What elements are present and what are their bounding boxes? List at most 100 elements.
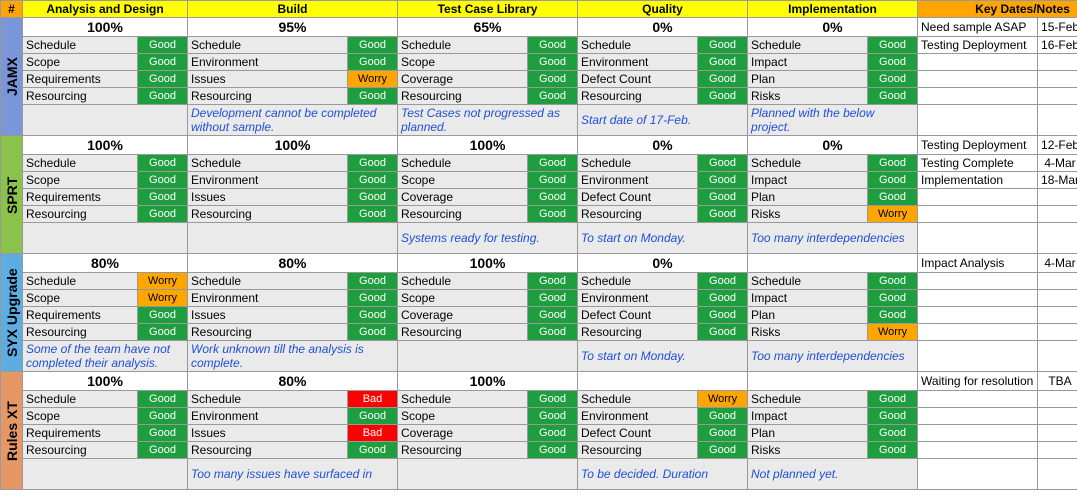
- status-row: RequirementsGoodIssuesWorryCoverageGoodD…: [1, 71, 1077, 88]
- metric-label: Resourcing: [23, 206, 138, 223]
- metric-label: Impact: [748, 172, 868, 189]
- status-badge: Worry: [138, 273, 188, 290]
- dashboard-table: # Analysis and Design Build Test Case Li…: [0, 0, 1077, 490]
- note-date: 12-Feb: [1038, 136, 1077, 155]
- status-badge: Worry: [698, 391, 748, 408]
- pct-cell: [748, 254, 918, 273]
- note-label: Need sample ASAP: [918, 18, 1038, 37]
- metric-label: Schedule: [748, 273, 868, 290]
- comment-cell: [398, 341, 578, 372]
- status-row: ScheduleGoodScheduleBadScheduleGoodSched…: [1, 391, 1077, 408]
- metric-label: Risks: [748, 206, 868, 223]
- status-badge: Good: [138, 206, 188, 223]
- status-badge: Good: [348, 273, 398, 290]
- status-badge: Good: [138, 54, 188, 71]
- comment-cell: Systems ready for testing.: [398, 223, 578, 254]
- metric-label: Scope: [398, 54, 528, 71]
- status-badge: Good: [528, 37, 578, 54]
- comment-cell: Test Cases not progressed as planned.: [398, 105, 578, 136]
- metric-label: Schedule: [398, 273, 528, 290]
- status-badge: Good: [698, 290, 748, 307]
- status-badge: Good: [868, 290, 918, 307]
- metric-label: Resourcing: [398, 206, 528, 223]
- pct-row: SYX Upgrade80%80%100%0%Impact Analysis4-…: [1, 254, 1077, 273]
- comment-cell: Start date of 17-Feb.: [578, 105, 748, 136]
- pct-row: SPRT100%100%100%0%0%Testing Deployment12…: [1, 136, 1077, 155]
- comment-row: Systems ready for testing.To start on Mo…: [1, 223, 1077, 254]
- metric-label: Resourcing: [578, 442, 698, 459]
- metric-label: Resourcing: [578, 324, 698, 341]
- status-badge: Good: [348, 54, 398, 71]
- pct-cell: 0%: [748, 18, 918, 37]
- metric-label: Schedule: [23, 391, 138, 408]
- status-badge: Good: [138, 408, 188, 425]
- status-badge: Good: [868, 54, 918, 71]
- status-badge: Good: [868, 307, 918, 324]
- metric-label: Requirements: [23, 307, 138, 324]
- metric-label: Impact: [748, 408, 868, 425]
- status-badge: Good: [348, 307, 398, 324]
- project-label: SYX Upgrade: [1, 254, 23, 372]
- note-date: [1038, 273, 1077, 290]
- metric-label: Resourcing: [578, 206, 698, 223]
- status-badge: Good: [138, 425, 188, 442]
- metric-label: Defect Count: [578, 71, 698, 88]
- metric-label: Resourcing: [188, 442, 348, 459]
- metric-label: Plan: [748, 307, 868, 324]
- status-row: ScheduleWorryScheduleGoodScheduleGoodSch…: [1, 273, 1077, 290]
- note-label: [918, 206, 1038, 223]
- note-label: [918, 324, 1038, 341]
- note-date: [1038, 391, 1077, 408]
- note-date: 16-Feb: [1038, 37, 1077, 54]
- status-row: ScopeWorryEnvironmentGoodScopeGoodEnviro…: [1, 290, 1077, 307]
- status-badge: Good: [348, 189, 398, 206]
- metric-label: Resourcing: [578, 88, 698, 105]
- metric-label: Schedule: [398, 37, 528, 54]
- status-badge: Good: [698, 37, 748, 54]
- metric-label: Scope: [23, 408, 138, 425]
- metric-label: Plan: [748, 425, 868, 442]
- status-badge: Good: [698, 273, 748, 290]
- status-badge: Good: [138, 391, 188, 408]
- metric-label: Issues: [188, 307, 348, 324]
- pct-cell: 0%: [578, 136, 748, 155]
- note-label: [918, 189, 1038, 206]
- note-date: 15-Feb: [1038, 18, 1077, 37]
- note-label: Implementation: [918, 172, 1038, 189]
- metric-label: Environment: [188, 54, 348, 71]
- note-label: Impact Analysis: [918, 254, 1038, 273]
- status-badge: Good: [868, 71, 918, 88]
- metric-label: Resourcing: [188, 88, 348, 105]
- project-label: JAMX: [1, 18, 23, 136]
- note-label: Testing Deployment: [918, 136, 1038, 155]
- status-badge: Good: [528, 172, 578, 189]
- metric-label: Environment: [188, 172, 348, 189]
- comment-cell: [398, 459, 578, 490]
- status-badge: Good: [528, 54, 578, 71]
- metric-label: Resourcing: [398, 324, 528, 341]
- note-label: [918, 425, 1038, 442]
- status-badge: Good: [698, 206, 748, 223]
- metric-label: Schedule: [188, 273, 348, 290]
- status-row: ScopeGoodEnvironmentGoodScopeGoodEnviron…: [1, 172, 1077, 189]
- status-badge: Good: [348, 37, 398, 54]
- status-badge: Good: [868, 88, 918, 105]
- status-badge: Good: [698, 155, 748, 172]
- comment-cell: Too many interdependencies: [748, 341, 918, 372]
- metric-label: Plan: [748, 71, 868, 88]
- note-label: [918, 290, 1038, 307]
- status-badge: Good: [348, 442, 398, 459]
- status-badge: Good: [138, 88, 188, 105]
- status-row: ResourcingGoodResourcingGoodResourcingGo…: [1, 88, 1077, 105]
- status-badge: Good: [528, 408, 578, 425]
- status-badge: Good: [348, 290, 398, 307]
- metric-label: Environment: [188, 408, 348, 425]
- status-badge: Good: [138, 37, 188, 54]
- pct-cell: [748, 372, 918, 391]
- metric-label: Resourcing: [398, 442, 528, 459]
- status-badge: Bad: [348, 391, 398, 408]
- note-label: [918, 273, 1038, 290]
- metric-label: Resourcing: [23, 88, 138, 105]
- pct-cell: 0%: [578, 254, 748, 273]
- pct-cell: 100%: [23, 372, 188, 391]
